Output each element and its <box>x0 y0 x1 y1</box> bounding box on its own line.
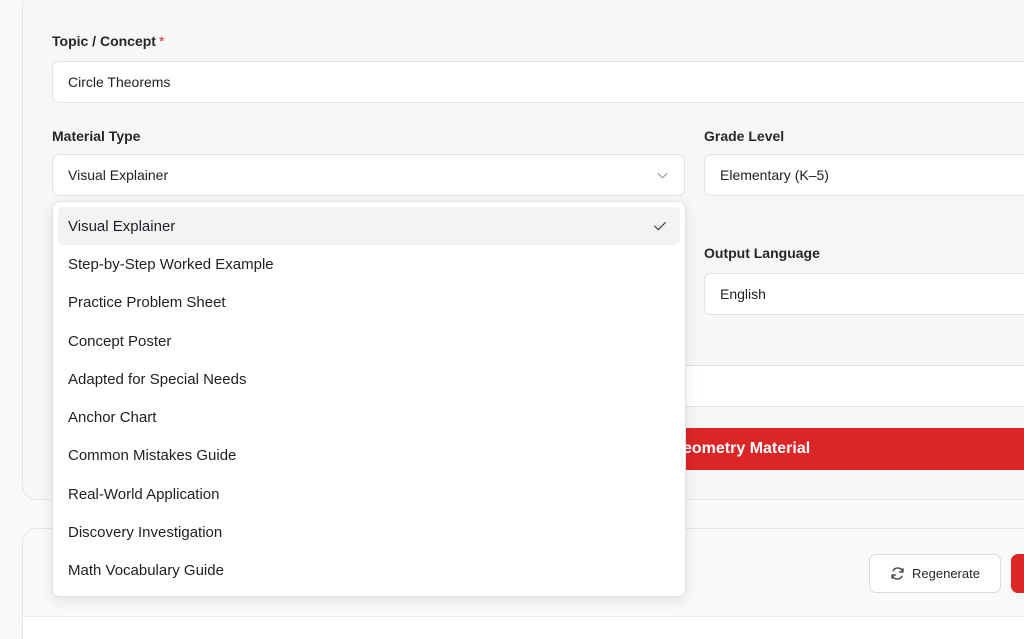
dropdown-option-real-world[interactable]: Real-World Application <box>58 475 680 513</box>
option-label: Adapted for Special Needs <box>68 370 247 388</box>
option-label: Step-by-Step Worked Example <box>68 255 274 273</box>
chevron-down-icon <box>657 168 668 179</box>
option-label: Concept Poster <box>68 332 172 350</box>
option-label: Math Vocabulary Guide <box>68 562 224 580</box>
check-icon <box>653 218 667 231</box>
generate-material-button[interactable]: eometry Material <box>660 428 1024 470</box>
dropdown-option-concept-poster[interactable]: Concept Poster <box>58 322 680 360</box>
generate-button-label: eometry Material <box>683 440 811 457</box>
dropdown-option-common-mistakes[interactable]: Common Mistakes Guide <box>58 437 680 475</box>
regenerate-button[interactable]: Regenerate <box>869 554 1001 593</box>
dropdown-option-practice-sheet[interactable]: Practice Problem Sheet <box>58 284 680 322</box>
option-label: Common Mistakes Guide <box>68 447 237 465</box>
option-label: Real-World Application <box>68 485 220 503</box>
regenerate-label: Regenerate <box>912 566 980 581</box>
required-mark: * <box>158 33 165 49</box>
dropdown-option-discovery[interactable]: Discovery Investigation <box>58 513 680 551</box>
output-language-label: Output Language <box>704 245 820 261</box>
grade-level-select[interactable]: Elementary (K–5) <box>704 154 1024 196</box>
option-label: Visual Explainer <box>68 217 176 235</box>
dropdown-option-worked-example[interactable]: Step-by-Step Worked Example <box>58 245 680 283</box>
refresh-icon <box>891 567 904 580</box>
dropdown-option-visual-explainer[interactable]: Visual Explainer <box>58 207 680 246</box>
topic-label: Topic / Concept * <box>52 33 165 49</box>
material-type-value: Visual Explainer <box>68 167 169 183</box>
dropdown-option-anchor-chart[interactable]: Anchor Chart <box>58 398 680 436</box>
topic-input-value: Circle Theorems <box>68 74 171 90</box>
material-type-label: Material Type <box>52 128 141 144</box>
output-language-select[interactable]: English <box>704 273 1024 315</box>
option-label: Anchor Chart <box>68 409 157 427</box>
option-label: Discovery Investigation <box>68 524 223 542</box>
material-type-dropdown: Visual Explainer Step-by-Step Worked Exa… <box>52 201 686 597</box>
grade-level-value: Elementary (K–5) <box>720 167 829 183</box>
dropdown-option-special-needs[interactable]: Adapted for Special Needs <box>58 360 680 398</box>
result-content-area <box>23 617 1024 639</box>
option-label: Practice Problem Sheet <box>68 294 226 312</box>
output-language-value: English <box>720 286 766 302</box>
material-type-select[interactable]: Visual Explainer <box>52 154 685 196</box>
topic-input[interactable]: Circle Theorems <box>52 61 1024 103</box>
primary-action-button[interactable] <box>1011 554 1024 593</box>
grade-level-label: Grade Level <box>704 128 785 144</box>
dropdown-option-vocabulary[interactable]: Math Vocabulary Guide <box>58 552 680 590</box>
